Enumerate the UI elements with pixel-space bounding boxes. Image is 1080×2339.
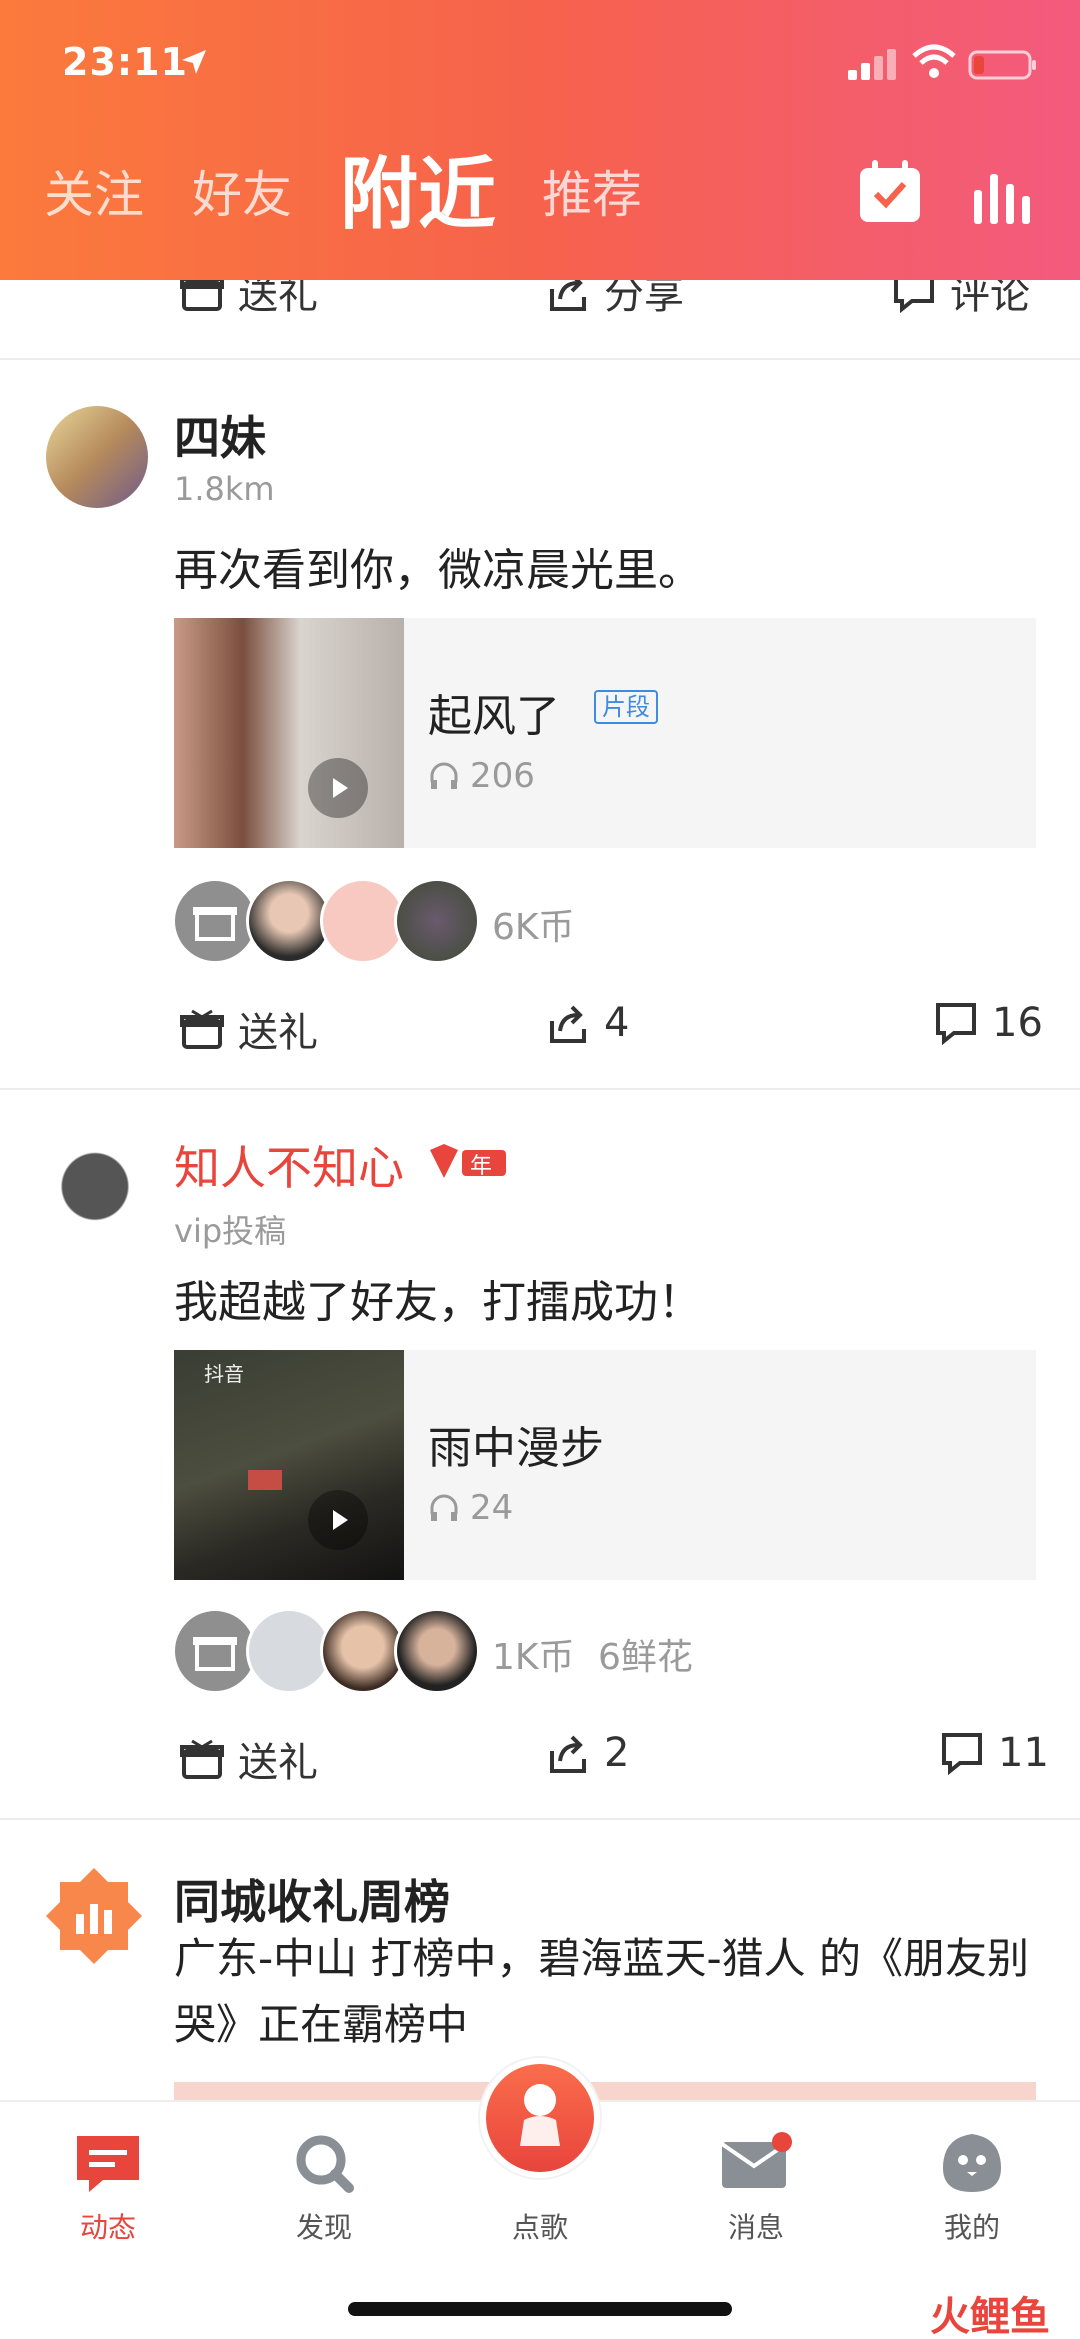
comment-count: 11 [998, 1730, 1049, 1776]
share-icon [550, 1735, 586, 1773]
headphone-icon [430, 1494, 458, 1521]
gift-avatars[interactable] [172, 878, 480, 964]
feed-icon [77, 2136, 139, 2192]
gift-icon [180, 1009, 224, 1049]
status-time: 23:11 [62, 40, 188, 84]
headphone-icon [430, 762, 458, 789]
mail-icon [720, 2132, 792, 2188]
comment-action[interactable]: 16 [934, 1000, 1043, 1046]
user-name[interactable]: 知人不知心 [174, 1132, 404, 1198]
battery-icon [968, 50, 1036, 80]
post-action-row: 送礼 4 16 [0, 1000, 1080, 1070]
gift-label: 送礼 [238, 1010, 318, 1056]
divider [0, 358, 1080, 360]
comment-action[interactable]: 11 [940, 1730, 1049, 1776]
calendar-check-icon[interactable] [858, 160, 922, 224]
gifter-avatar [394, 878, 480, 964]
song-card[interactable]: 抖音 雨中漫步 24 [174, 1350, 1036, 1580]
bottom-nav: 动态 发现 点歌 消息 我的 火鲤鱼 [0, 2058, 1080, 2339]
post-source: vip投稿 [174, 1212, 287, 1250]
post-text: 再次看到你，微凉晨光里。 [174, 545, 702, 596]
divider [0, 1818, 1080, 1820]
gift-action[interactable]: 送礼 [180, 1730, 318, 1788]
user-name[interactable]: 四妹 [174, 402, 266, 468]
tab-nearby[interactable]: 附近 [340, 150, 496, 240]
song-cover: 抖音 [174, 1350, 404, 1580]
gift-summary: 1K币 [492, 1637, 575, 1678]
rank-title[interactable]: 同城收礼周榜 [174, 1866, 450, 1932]
play-count: 24 [428, 1488, 513, 1528]
comment-count: 16 [992, 1000, 1043, 1046]
share-icon [550, 1005, 586, 1043]
user-distance: 1.8km [174, 470, 275, 508]
gifter-avatar [394, 1608, 480, 1694]
tab-recommend[interactable]: 推荐 [542, 150, 642, 240]
post-text: 我超越了好友，打擂成功！ [174, 1277, 702, 1328]
play-count-value: 24 [470, 1488, 514, 1528]
play-icon[interactable] [308, 758, 368, 818]
nav-discover[interactable]: 发现 [264, 2132, 384, 2246]
gift-icon [180, 1739, 224, 1779]
cover-car [248, 1470, 282, 1490]
post-action-row: 送礼 2 11 [0, 1730, 1080, 1800]
song-title: 起风了 [428, 691, 560, 742]
vip-badge-label: 年 [470, 1154, 493, 1179]
signal-icon [848, 49, 896, 80]
share-count: 4 [604, 1000, 630, 1046]
home-indicator[interactable] [348, 2302, 732, 2316]
nav-messages-label: 消息 [727, 2211, 784, 2244]
song-card[interactable]: 起风了 片段 206 [174, 618, 1036, 848]
comment-icon [942, 1733, 982, 1775]
chart-bars-icon[interactable] [970, 168, 1034, 224]
gift-avatars[interactable] [172, 1608, 480, 1694]
song-title: 雨中漫步 [428, 1423, 604, 1474]
profile-icon [943, 2134, 1001, 2192]
status-bar: 23:11 [0, 40, 1080, 90]
play-count-value: 206 [470, 756, 535, 796]
rank-banner[interactable] [174, 2082, 1036, 2102]
user-avatar[interactable] [46, 406, 148, 508]
nav-profile-label: 我的 [943, 2211, 1000, 2244]
cover-caption: 抖音 [204, 1362, 244, 1386]
tab-follow[interactable]: 关注 [44, 150, 144, 240]
song-cover [174, 618, 404, 848]
nav-sing-label: 点歌 [511, 2211, 568, 2244]
gift-label: 送礼 [238, 1740, 318, 1786]
share-action[interactable]: 2 [546, 1730, 629, 1776]
play-icon[interactable] [308, 1490, 368, 1550]
share-action[interactable]: 4 [546, 1000, 629, 1046]
gift-action[interactable]: 送礼 [180, 1000, 318, 1058]
share-count: 2 [604, 1730, 630, 1776]
sing-icon [520, 2084, 560, 2146]
tab-friends[interactable]: 好友 [192, 150, 292, 240]
watermark: 火鲤鱼 [930, 2294, 1050, 2339]
nav-messages[interactable]: 消息 [696, 2132, 816, 2246]
sing-button[interactable] [480, 2058, 600, 2178]
nav-discover-label: 发现 [295, 2211, 352, 2244]
user-avatar[interactable] [40, 1112, 150, 1236]
nav-feed[interactable]: 动态 [48, 2132, 168, 2246]
song-tag: 片段 [594, 690, 658, 724]
nav-feed-label: 动态 [79, 2211, 136, 2244]
nav-profile[interactable]: 我的 [912, 2132, 1032, 2246]
rank-text: 广东-中山 打榜中，碧海蓝天-猎人 的《朋友别哭》正在霸榜中 [174, 1934, 1030, 2049]
gift-summary: 6K币 [492, 907, 575, 948]
comment-icon [936, 1003, 976, 1045]
flower-summary: 6鲜花 [598, 1637, 693, 1678]
play-count: 206 [428, 756, 535, 796]
search-icon [296, 2135, 354, 2193]
divider [0, 1088, 1080, 1090]
location-arrow-icon [182, 50, 206, 74]
vip-badge-icon: 年 [426, 1140, 510, 1184]
wifi-icon [912, 44, 956, 78]
rank-badge-icon [42, 1864, 146, 1968]
app-header: 23:11 关注 好友 附近 推荐 [0, 0, 1080, 280]
